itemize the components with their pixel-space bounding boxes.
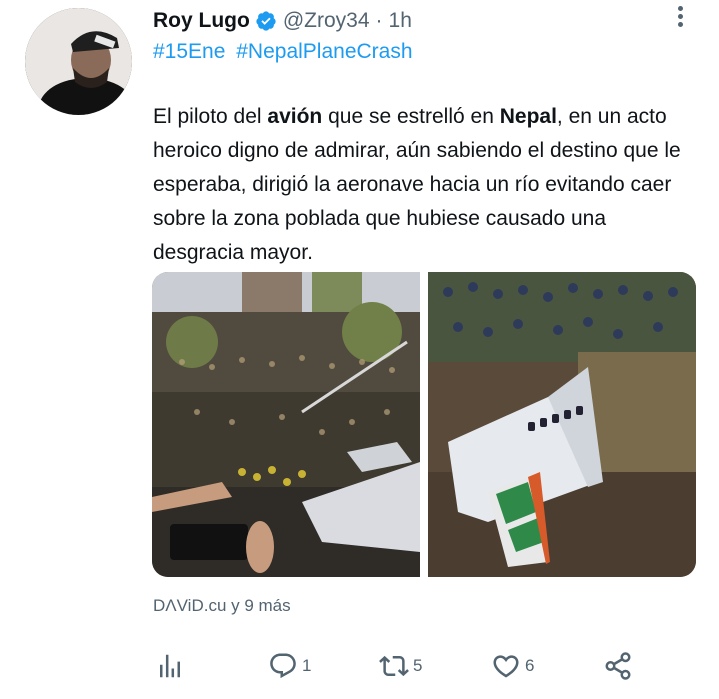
photo-plane-wreckage[interactable] [428,272,696,577]
text-part: , en un acto heroico digno de admirar, a… [153,105,681,264]
tweet-text: El piloto del avión que se estrelló en N… [153,100,698,270]
like-count: 6 [525,656,535,675]
text-part: que se estrelló en [322,105,500,128]
author-handle[interactable]: @Zroy34 [283,9,370,33]
avatar[interactable] [25,8,132,115]
action-bar: 1 5 6 [153,648,693,684]
photo-crowd-crash-site[interactable] [152,272,420,577]
retweet-icon [379,655,409,677]
analytics-button[interactable] [155,648,185,684]
reply-count: 1 [302,656,312,675]
text-part-bold: Nepal [499,105,557,128]
avatar-image [25,8,132,115]
share-button[interactable] [603,648,633,684]
retweet-count: 5 [413,656,423,675]
like-button[interactable]: 6 [491,648,534,684]
media-grid [152,272,696,577]
more-options-icon[interactable] [672,4,690,30]
reply-icon [270,653,296,679]
heart-icon [493,655,519,678]
hashtags: #15Ene #NepalPlaneCrash [153,40,418,64]
author-name[interactable]: Roy Lugo [153,9,250,33]
reply-button[interactable]: 1 [268,648,311,684]
hashtag-link[interactable]: #15Ene [153,40,225,63]
retweet-button[interactable]: 5 [379,648,422,684]
verified-badge-icon [255,10,277,32]
share-icon [605,652,631,680]
text-part-bold: avión [267,105,323,128]
tweet-timestamp[interactable]: 1h [389,9,412,33]
analytics-icon [160,654,180,678]
separator-dot: · [375,9,383,32]
text-part: El piloto del [153,105,268,128]
tweet-header: Roy Lugo @Zroy34 · 1h [153,6,412,36]
tagged-users[interactable]: DΛViD.cu y 9 más [153,596,291,616]
hashtag-link[interactable]: #NepalPlaneCrash [236,40,412,63]
